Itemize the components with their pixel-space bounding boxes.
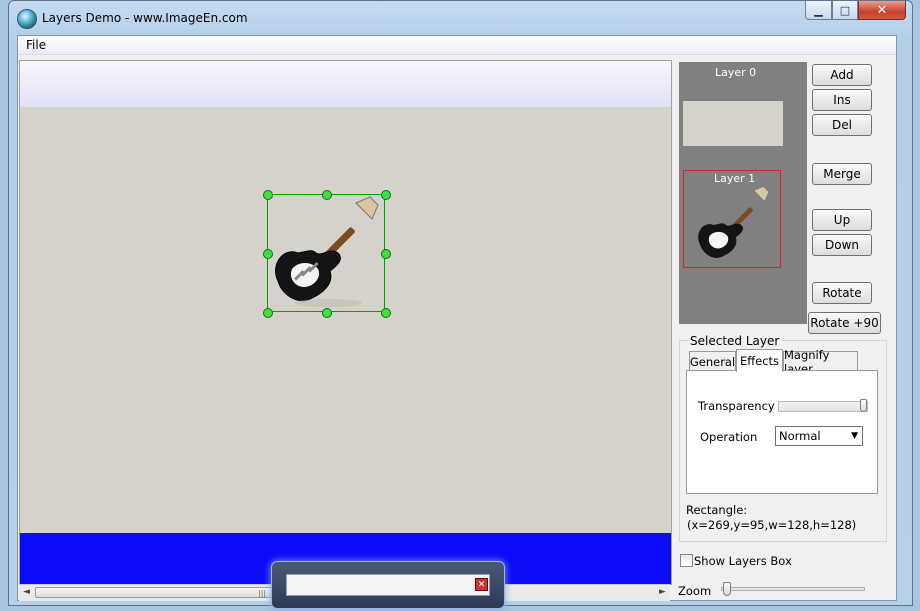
zoom-slider-thumb[interactable] xyxy=(723,582,731,596)
tab-magnify-layer[interactable]: Magnify layer xyxy=(783,348,858,376)
guitar-thumbnail-icon xyxy=(698,185,770,258)
taskbar-thumbnail-preview[interactable]: ✕ xyxy=(271,561,505,609)
tab-general[interactable]: General xyxy=(689,351,736,371)
layer1-thumbnail[interactable]: Layer 1 xyxy=(683,170,781,268)
show-layers-box-checkbox[interactable] xyxy=(680,554,693,567)
effects-tab-panel: Transparency Operation Normal ▼ xyxy=(686,370,878,494)
scroll-left-arrow-icon[interactable]: ◄ xyxy=(23,587,30,597)
rotate-90-button[interactable]: Rotate +90 xyxy=(808,312,881,334)
close-button[interactable]: ✕ xyxy=(858,1,906,20)
resize-handle-bc[interactable] xyxy=(322,308,332,318)
show-layers-box-label[interactable]: Show Layers Box xyxy=(694,554,792,568)
taskbar-thumbnail-window xyxy=(286,574,490,596)
transparency-label: Transparency xyxy=(698,399,775,413)
scroll-grip-icon: ||| xyxy=(258,589,267,598)
app-globe-icon xyxy=(17,9,37,29)
window-title: Layers Demo - www.ImageEn.com xyxy=(42,11,248,25)
canvas-top-gradient xyxy=(20,61,671,107)
window-controls: ▁ □ ✕ xyxy=(805,1,906,22)
operation-selected-value: Normal xyxy=(779,429,821,443)
rectangle-label: Rectangle: xyxy=(686,503,748,517)
menu-file[interactable]: File xyxy=(26,38,46,52)
dropdown-arrow-icon[interactable]: ▼ xyxy=(851,431,858,441)
zoom-label: Zoom xyxy=(678,584,712,598)
resize-handle-tl[interactable] xyxy=(263,190,273,200)
selected-layer-title: Selected Layer xyxy=(688,334,782,348)
rotate-button[interactable]: Rotate xyxy=(812,282,872,304)
resize-handle-mr[interactable] xyxy=(381,249,391,259)
selection-rectangle[interactable] xyxy=(267,194,385,312)
maximize-icon: □ xyxy=(839,3,851,17)
client-area: File ◄ ||| ► Layer 0 Layer 1 Add Ins Del… xyxy=(17,35,897,601)
layers-box: Layer 0 Layer 1 xyxy=(679,62,807,324)
zoom-slider[interactable] xyxy=(721,587,865,591)
layer1-label: Layer 1 xyxy=(714,172,756,185)
up-button[interactable]: Up xyxy=(812,209,872,231)
minimize-icon: ▁ xyxy=(814,3,823,17)
tab-effects[interactable]: Effects xyxy=(736,349,783,372)
scroll-right-arrow-icon[interactable]: ► xyxy=(659,587,666,597)
transparency-slider[interactable] xyxy=(778,399,868,412)
transparency-slider-thumb[interactable] xyxy=(860,399,867,412)
minimize-button[interactable]: ▁ xyxy=(805,1,832,20)
resize-handle-ml[interactable] xyxy=(263,249,273,259)
close-icon: ✕ xyxy=(876,2,888,18)
operation-label: Operation xyxy=(700,430,758,444)
operation-select[interactable]: Normal ▼ xyxy=(775,426,863,446)
layer0-label: Layer 0 xyxy=(715,66,757,79)
app-window: Layers Demo - www.ImageEn.com ▁ □ ✕ File xyxy=(8,0,913,606)
resize-handle-tc[interactable] xyxy=(322,190,332,200)
down-button[interactable]: Down xyxy=(812,234,872,256)
del-button[interactable]: Del xyxy=(812,114,872,136)
image-canvas[interactable] xyxy=(19,60,672,585)
maximize-button[interactable]: □ xyxy=(832,1,858,20)
add-button[interactable]: Add xyxy=(812,64,872,86)
layer0-thumbnail[interactable] xyxy=(683,101,783,146)
rectangle-value: (x=269,y=95,w=128,h=128) xyxy=(687,518,857,532)
resize-handle-bl[interactable] xyxy=(263,308,273,318)
resize-handle-br[interactable] xyxy=(381,308,391,318)
resize-handle-tr[interactable] xyxy=(381,190,391,200)
merge-button[interactable]: Merge xyxy=(812,163,872,185)
menu-bar: File xyxy=(18,36,896,55)
thumbnail-close-icon[interactable]: ✕ xyxy=(475,578,488,591)
ins-button[interactable]: Ins xyxy=(812,89,872,111)
title-bar[interactable]: Layers Demo - www.ImageEn.com ▁ □ ✕ xyxy=(9,1,912,35)
